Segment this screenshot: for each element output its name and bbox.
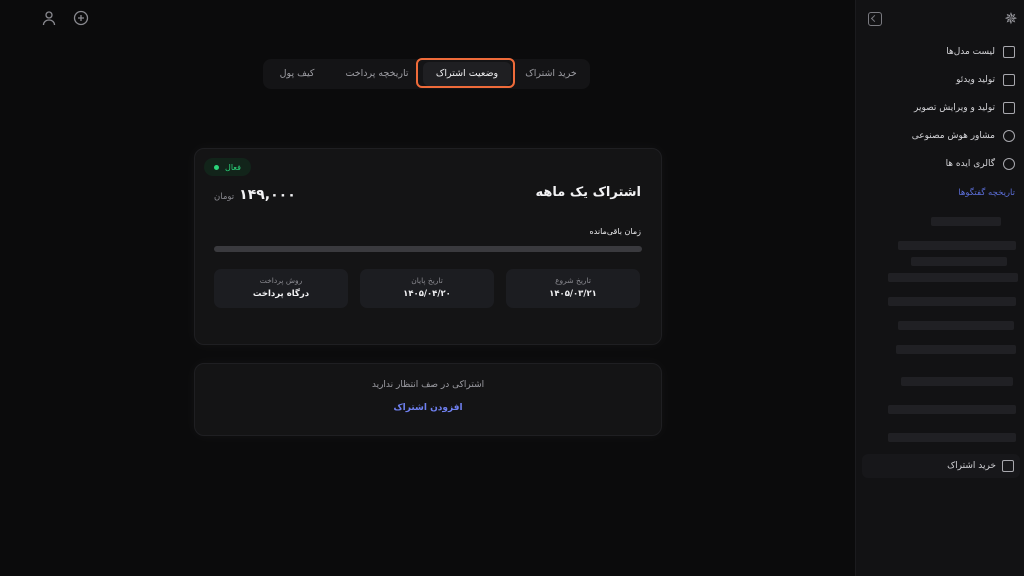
- tab-buy-subscription[interactable]: خرید اشتراک: [516, 59, 586, 89]
- end-date-label: تاریخ پایان: [411, 276, 443, 285]
- history-item[interactable]: [888, 297, 1016, 306]
- sidebar-item-label: لیست مدل‌ها: [946, 47, 995, 57]
- subscription-card: فعال اشتراک یک ماهه تومان ۱۴۹,۰۰۰ زمان ب…: [194, 148, 662, 345]
- price-currency: تومان: [214, 192, 235, 202]
- sidebar-item-label: تولید و ویرایش تصویر: [914, 103, 995, 113]
- tab-payment-history[interactable]: تاریخچه پرداخت: [337, 59, 417, 89]
- model-list-icon: [1003, 46, 1015, 58]
- history-item[interactable]: [888, 405, 1016, 414]
- price-value: ۱۴۹,۰۰۰: [239, 187, 296, 203]
- status-text: فعال: [225, 162, 241, 172]
- history-item[interactable]: [901, 377, 1013, 386]
- queue-card: اشتراکی در صف انتظار ندارید افزودن اشترا…: [194, 363, 662, 436]
- status-dot-icon: [214, 164, 219, 170]
- status-badge: فعال: [204, 158, 251, 176]
- sidebar-item-label: تولید ویدئو: [956, 75, 995, 85]
- plan-title: اشتراک یک ماهه: [535, 185, 641, 200]
- history-item[interactable]: [896, 345, 1016, 354]
- payment-method-box: روش پرداخت درگاه پرداخت: [214, 269, 348, 308]
- history-item[interactable]: [898, 241, 1016, 250]
- remaining-time-bar: [214, 246, 642, 252]
- gallery-icon: [1003, 158, 1015, 170]
- sidebar-item-image[interactable]: تولید و ویرایش تصویر: [914, 98, 1015, 118]
- start-date-box: تاریخ شروع ۱۴۰۵/۰۳/۲۱: [506, 269, 640, 308]
- sidebar: ✵ لیست مدل‌ها تولید ویدئو تولید و ویرایش…: [855, 0, 1024, 576]
- remaining-time-label: زمان باقی‌مانده: [589, 227, 642, 236]
- end-date-box: تاریخ پایان ۱۴۰۵/۰۴/۲۰: [360, 269, 494, 308]
- sidebar-item-gallery[interactable]: گالری ایده ها: [946, 154, 1015, 174]
- user-icon[interactable]: [41, 10, 57, 26]
- image-edit-icon: [1003, 102, 1015, 114]
- history-item[interactable]: [888, 273, 1018, 282]
- plan-price: تومان ۱۴۹,۰۰۰: [214, 187, 296, 203]
- history-item[interactable]: [888, 433, 1016, 442]
- sidebar-item-video[interactable]: تولید ویدئو: [956, 70, 1015, 90]
- history-item[interactable]: [911, 257, 1007, 266]
- robot-icon: [1003, 130, 1015, 142]
- history-item[interactable]: [898, 321, 1014, 330]
- sidebar-buy-label: خرید اشتراک: [947, 461, 996, 471]
- start-date-value: ۱۴۰۵/۰۳/۲۱: [549, 289, 597, 299]
- start-date-label: تاریخ شروع: [555, 276, 591, 285]
- collapse-sidebar-icon[interactable]: [868, 12, 882, 26]
- sidebar-item-ai-advisor[interactable]: مشاور هوش مصنوعی: [912, 126, 1015, 146]
- active-tab-highlight: [416, 58, 515, 88]
- sidebar-buy-subscription[interactable]: خرید اشتراک: [862, 454, 1020, 478]
- video-icon: [1003, 74, 1015, 86]
- logo-icon: ✵: [1004, 9, 1018, 28]
- add-subscription-link[interactable]: افزودن اشتراک: [195, 403, 661, 413]
- sidebar-item-label: گالری ایده ها: [945, 159, 995, 169]
- history-item[interactable]: [931, 217, 1001, 226]
- sidebar-item-label: مشاور هوش مصنوعی: [911, 131, 995, 141]
- end-date-value: ۱۴۰۵/۰۴/۲۰: [403, 289, 451, 299]
- payment-method-label: روش پرداخت: [259, 276, 303, 285]
- tab-wallet[interactable]: کیف پول: [267, 59, 327, 89]
- wallet-icon: [1002, 460, 1014, 472]
- chat-history-label: تاریخچه گفتگوها: [958, 188, 1015, 198]
- queue-message: اشتراکی در صف انتظار ندارید: [371, 380, 485, 390]
- payment-method-value: درگاه پرداخت: [252, 289, 310, 299]
- new-chat-icon[interactable]: [73, 10, 89, 26]
- sidebar-item-models[interactable]: لیست مدل‌ها: [946, 42, 1015, 62]
